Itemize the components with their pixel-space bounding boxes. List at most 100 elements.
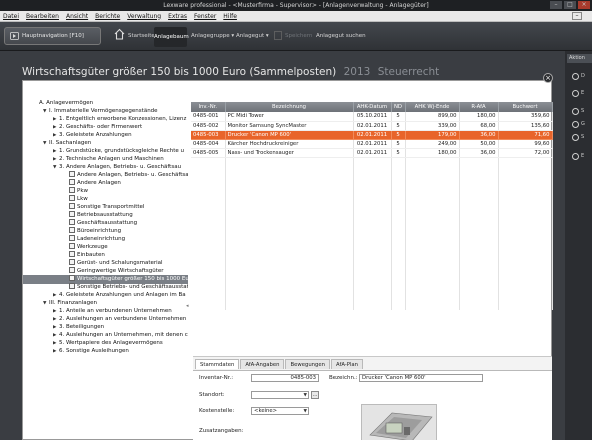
table-cell: 50,00 bbox=[459, 139, 499, 149]
action-icon[interactable] bbox=[572, 134, 579, 141]
tree-item-label: Betriebsausstattung bbox=[77, 212, 133, 218]
table-row[interactable]: 0485-003 Drucker 'Canon MP 600' 02.01.2011… bbox=[191, 130, 553, 140]
anlagebaum-button[interactable]: Anlagebaum bbox=[154, 27, 189, 47]
asset-group-icon bbox=[69, 227, 75, 233]
empty-cell bbox=[498, 157, 553, 166]
action-label[interactable]: E bbox=[581, 153, 584, 159]
column-header[interactable]: Bezeichnung bbox=[225, 102, 354, 112]
empty-cell bbox=[391, 301, 406, 310]
asset-tree[interactable]: A. Anlagevermögen ▼ I. Immaterielle Vermög… bbox=[23, 99, 188, 359]
action-label[interactable]: S bbox=[581, 134, 584, 140]
action-icon[interactable] bbox=[572, 153, 579, 160]
table-cell: 899,00 bbox=[405, 112, 460, 122]
empty-cell bbox=[353, 301, 392, 310]
empty-cell bbox=[191, 184, 226, 193]
grid-body: 0485-001 PC Midi Tower 05.10.2011 5 899,00 18… bbox=[191, 112, 553, 310]
action-label[interactable]: S bbox=[581, 108, 584, 114]
menu-extras[interactable]: Extras bbox=[168, 13, 187, 20]
tab-afa-angaben[interactable]: AfA-Angaben bbox=[240, 359, 285, 369]
column-header[interactable]: R-AfA bbox=[459, 102, 499, 112]
column-header[interactable]: Inv.-Nr. bbox=[191, 102, 226, 112]
tree-item-label: 4. Ausleihungen an Unternehmen, mit dene… bbox=[59, 332, 188, 338]
table-row[interactable]: 0485-005 Nass- und Trockensauger 02.01.201… bbox=[191, 148, 553, 158]
empty-cell bbox=[405, 292, 460, 301]
empty-cell bbox=[191, 193, 226, 202]
empty-cell bbox=[459, 274, 499, 283]
table-cell: 71,60 bbox=[498, 130, 553, 140]
home-icon[interactable] bbox=[114, 28, 125, 40]
empty-cell bbox=[405, 193, 460, 202]
action-label[interactable]: E bbox=[581, 90, 584, 96]
tab-stammdaten[interactable]: Stammdaten bbox=[195, 359, 240, 369]
empty-cell bbox=[353, 274, 392, 283]
empty-cell bbox=[391, 229, 406, 238]
anlagegut-dropdown[interactable]: Anlagegut ▾ bbox=[236, 33, 269, 39]
inventar-field[interactable]: 0485-003 bbox=[251, 374, 319, 382]
empty-cell bbox=[498, 283, 553, 292]
table-cell: 179,00 bbox=[405, 130, 460, 140]
standort-select[interactable]: ▼ bbox=[251, 391, 309, 399]
empty-cell bbox=[498, 184, 553, 193]
table-row[interactable]: 0485-004 Kärcher Hochdruckreiniger 02.01.2… bbox=[191, 139, 553, 149]
kostenstelle-select[interactable]: <keine> ▼ bbox=[251, 407, 309, 415]
action-label[interactable]: D bbox=[581, 73, 585, 79]
empty-cell bbox=[191, 274, 226, 283]
table-row[interactable]: 0485-001 PC Midi Tower 05.10.2011 5 899,00 18… bbox=[191, 112, 553, 122]
menu-minimize-button[interactable]: – bbox=[572, 12, 582, 20]
column-header[interactable]: ND bbox=[391, 102, 406, 112]
menu-bearbeiten[interactable]: Bearbeiten bbox=[26, 13, 59, 20]
maximize-button[interactable]: □ bbox=[564, 1, 576, 9]
tree-item[interactable]: ▶ 6. Sonstige Ausleihungen bbox=[23, 347, 188, 356]
tab-afa-plan[interactable]: AfA-Plan bbox=[331, 359, 364, 369]
table-cell: 36,00 bbox=[459, 148, 499, 158]
empty-cell bbox=[191, 301, 226, 310]
tree-item-label: Büroeinrichtung bbox=[77, 228, 122, 234]
column-header[interactable]: Buchwert bbox=[498, 102, 553, 112]
anlagegruppe-dropdown[interactable]: Anlagegruppe ▾ bbox=[191, 33, 234, 39]
action-tab[interactable]: Aktion bbox=[567, 54, 592, 63]
empty-row bbox=[191, 247, 553, 256]
close-window-button[interactable]: × bbox=[578, 1, 590, 9]
tree-item-label: Geringwertige Wirtschaftsgüter bbox=[77, 268, 164, 274]
anlagegut-suchen-button[interactable]: Anlagegut suchen bbox=[316, 33, 366, 39]
menu-hilfe[interactable]: Hilfe bbox=[223, 13, 237, 20]
action-icon[interactable] bbox=[572, 73, 579, 80]
menu-fenster[interactable]: Fenster bbox=[194, 13, 216, 20]
menu-datei[interactable]: Datei bbox=[3, 13, 19, 20]
tree-item-label: II. Sachanlagen bbox=[49, 140, 92, 146]
menu-berichte[interactable]: Berichte bbox=[95, 13, 120, 20]
action-icon[interactable] bbox=[572, 121, 579, 128]
minimize-button[interactable]: – bbox=[550, 1, 562, 9]
speichern-button[interactable]: Speichern bbox=[285, 33, 312, 39]
empty-cell bbox=[353, 292, 392, 301]
action-icon[interactable] bbox=[572, 90, 579, 97]
empty-row bbox=[191, 211, 553, 220]
startseite-button[interactable]: Startseite bbox=[128, 33, 155, 39]
menu-verwaltung[interactable]: Verwaltung bbox=[127, 13, 161, 20]
standort-browse-button[interactable]: ... bbox=[311, 391, 319, 399]
column-header[interactable]: AHK-Datum bbox=[353, 102, 392, 112]
empty-cell bbox=[498, 229, 553, 238]
column-header[interactable]: AHK Wj-Ende bbox=[405, 102, 460, 112]
tab-bewegungen[interactable]: Bewegungen bbox=[285, 359, 331, 369]
asset-photo bbox=[361, 404, 437, 440]
empty-cell bbox=[405, 238, 460, 247]
table-cell: 02.01.2011 bbox=[353, 130, 392, 140]
menu-ansicht[interactable]: Ansicht bbox=[66, 13, 88, 20]
bezeichnung-field[interactable]: Drucker 'Canon MP 600' bbox=[359, 374, 483, 382]
close-panel-button[interactable]: × bbox=[543, 73, 553, 83]
action-icon[interactable] bbox=[572, 108, 579, 115]
table-cell: 5 bbox=[391, 148, 406, 158]
empty-cell bbox=[191, 229, 226, 238]
table-row[interactable]: 0485-002 Monitor Samsung SyncMaster 02.01.… bbox=[191, 121, 553, 131]
empty-cell bbox=[353, 238, 392, 247]
empty-cell bbox=[391, 274, 406, 283]
empty-cell bbox=[391, 292, 406, 301]
action-label[interactable]: G bbox=[581, 121, 585, 127]
tree-item-label: 2. Geschäfts- oder Firmenwert bbox=[59, 124, 143, 130]
hauptnavigation-button[interactable]: Hauptnavigation [F10] bbox=[4, 27, 101, 45]
grid-header-row: Inv.-Nr. Bezeichnung AHK-Datum ND AHK Wj-End… bbox=[191, 102, 553, 112]
empty-cell bbox=[225, 175, 354, 184]
page-year: 2013 bbox=[343, 66, 371, 78]
empty-cell bbox=[353, 283, 392, 292]
